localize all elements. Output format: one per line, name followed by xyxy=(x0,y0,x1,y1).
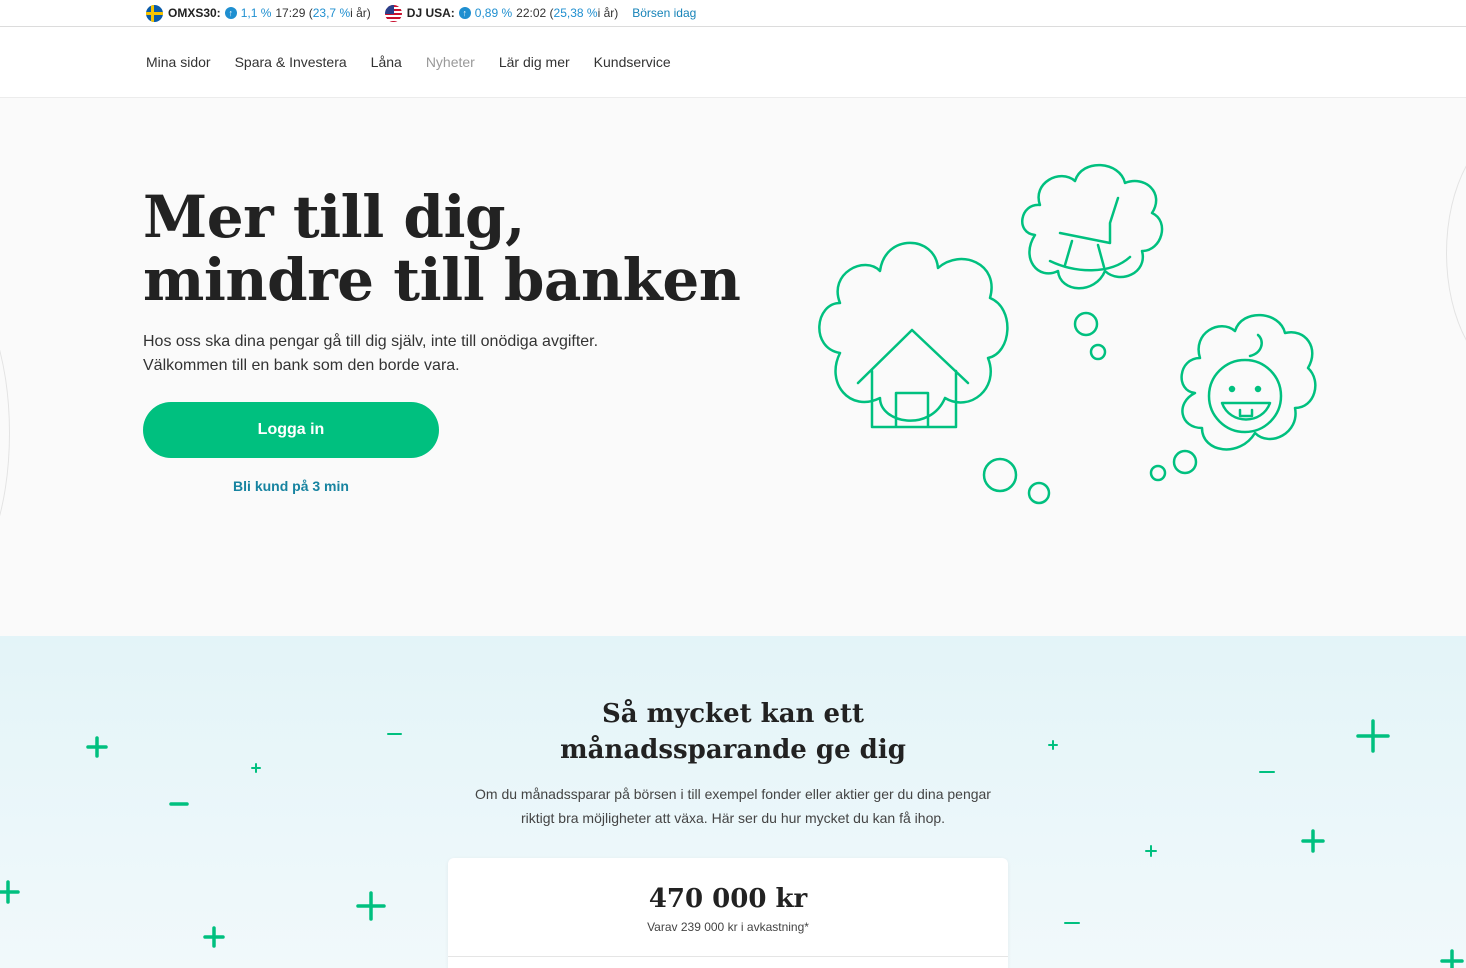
ticker-name: DJ USA: xyxy=(406,6,455,20)
savings-description: Om du månadssparar på börsen i till exem… xyxy=(433,782,1033,830)
hero-illustration xyxy=(818,163,1317,505)
hero-title: Mer till dig, mindre till banken xyxy=(143,186,743,312)
ticker-item-omxs30[interactable]: OMXS30: ↑ 1,1 % 17:29 (23,7 % i år) xyxy=(146,4,371,22)
divider xyxy=(448,956,1008,957)
nav-item-lana[interactable]: Låna xyxy=(371,54,402,70)
ticker-year-change: 23,7 % xyxy=(312,6,351,20)
house-cloud-icon xyxy=(818,241,1051,505)
baby-face-icon xyxy=(1207,333,1283,434)
ticker-change: 0,89 % xyxy=(474,6,513,20)
ticker-item-dj-usa[interactable]: DJ USA: ↑ 0,89 % 22:02 (25,38 % i år) xyxy=(384,4,619,22)
become-customer-link[interactable]: Bli kund på 3 min xyxy=(143,478,439,494)
hero-section: Mer till dig, mindre till banken Hos oss… xyxy=(0,98,1466,636)
login-button[interactable]: Logga in xyxy=(143,402,439,458)
nav-item-mina-sidor[interactable]: Mina sidor xyxy=(146,54,211,70)
ticker-year-change: 25,38 % xyxy=(553,6,598,20)
arrow-up-icon: ↑ xyxy=(224,7,237,19)
rocking-chair-cloud-icon xyxy=(1021,163,1164,361)
market-ticker-bar: OMXS30: ↑ 1,1 % 17:29 (23,7 % i år) DJ U… xyxy=(0,0,1466,27)
nav-item-lar-dig-mer[interactable]: Lär dig mer xyxy=(499,54,570,70)
savings-section: Så mycket kan ett månadssparande ge dig … xyxy=(0,636,1466,968)
hero-title-line: Mer till dig, xyxy=(143,183,525,251)
ticker-time: 22:02 xyxy=(516,6,547,20)
house-icon xyxy=(856,328,970,429)
savings-return-note: Varav 239 000 kr i avkastning* xyxy=(647,920,809,934)
nav-item-nyheter[interactable]: Nyheter xyxy=(426,54,475,70)
nav-item-spara-investera[interactable]: Spara & Investera xyxy=(235,54,347,70)
decorative-circle xyxy=(1446,128,1466,378)
hero-subtitle-line: Välkommen till en bank som den borde var… xyxy=(143,357,460,374)
ticker-year-suffix: i år) xyxy=(597,6,619,20)
nav-item-kundservice[interactable]: Kundservice xyxy=(594,54,671,70)
borsen-idag-link[interactable]: Börsen idag xyxy=(632,6,696,20)
baby-cloud-icon xyxy=(1149,313,1317,482)
hero-title-line: mindre till banken xyxy=(143,246,741,314)
hero-subtitle-line: Hos oss ska dina pengar gå till dig själ… xyxy=(143,333,599,350)
savings-title-line: Så mycket kan ett xyxy=(601,699,865,729)
ticker-name: OMXS30: xyxy=(168,6,221,20)
ticker-time: 17:29 xyxy=(275,6,306,20)
savings-description-line: Om du månadssparar på börsen i till exem… xyxy=(475,786,991,802)
main-nav: Mina sidor Spara & Investera Låna Nyhete… xyxy=(0,27,1466,98)
savings-amount: 470 000 kr xyxy=(648,884,808,914)
savings-description-line: riktigt bra möjligheter att växa. Här se… xyxy=(520,810,946,826)
arrow-up-icon: ↑ xyxy=(458,7,471,19)
ticker-change: 1,1 % xyxy=(240,6,272,20)
rocking-chair-icon xyxy=(1048,196,1132,272)
hero-subtitle: Hos oss ska dina pengar gå till dig själ… xyxy=(143,330,703,378)
savings-title: Så mycket kan ett månadssparande ge dig xyxy=(433,696,1033,768)
sweden-flag-icon xyxy=(146,4,163,22)
ticker-year-suffix: i år) xyxy=(350,6,371,20)
savings-result-card: 470 000 kr Varav 239 000 kr i avkastning… xyxy=(448,858,1008,968)
savings-title-line: månadssparande ge dig xyxy=(560,735,906,765)
decorative-circle xyxy=(0,288,10,578)
usa-flag-icon xyxy=(384,4,402,22)
